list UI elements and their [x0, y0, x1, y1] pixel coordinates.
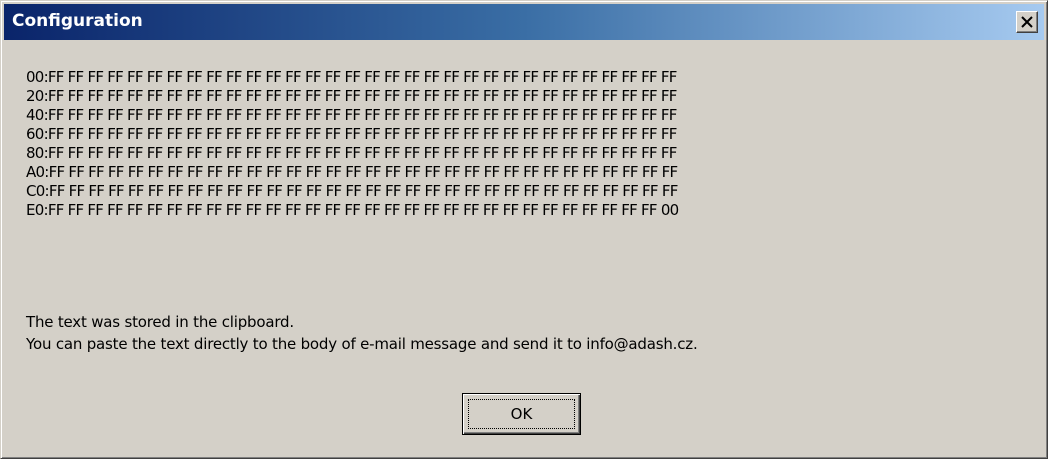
ok-button[interactable]: OK — [462, 393, 581, 435]
hex-row: 40:FF FF FF FF FF FF FF FF FF FF FF FF F… — [26, 106, 677, 124]
message-line-instructions: You can paste the text directly to the b… — [26, 335, 698, 353]
hex-row: 00:FF FF FF FF FF FF FF FF FF FF FF FF F… — [26, 68, 677, 86]
hex-row: 80:FF FF FF FF FF FF FF FF FF FF FF FF F… — [26, 144, 677, 162]
hex-row: C0:FF FF FF FF FF FF FF FF FF FF FF FF F… — [26, 182, 678, 200]
hex-dump: 00:FF FF FF FF FF FF FF FF FF FF FF FF F… — [26, 68, 1036, 220]
title-bar[interactable]: Configuration — [4, 4, 1044, 40]
window-title: Configuration — [12, 11, 143, 31]
close-button[interactable] — [1016, 11, 1038, 33]
configuration-dialog: Configuration 00:FF FF FF FF FF FF FF FF… — [0, 0, 1048, 459]
ok-button-label: OK — [468, 399, 575, 429]
hex-row: E0:FF FF FF FF FF FF FF FF FF FF FF FF F… — [26, 201, 679, 219]
message-line-clipboard: The text was stored in the clipboard. — [26, 313, 294, 331]
close-icon — [1021, 16, 1033, 28]
hex-row: A0:FF FF FF FF FF FF FF FF FF FF FF FF F… — [26, 163, 678, 181]
clipboard-message: The text was stored in the clipboard. Yo… — [26, 311, 1026, 355]
hex-row: 20:FF FF FF FF FF FF FF FF FF FF FF FF F… — [26, 87, 677, 105]
hex-row: 60:FF FF FF FF FF FF FF FF FF FF FF FF F… — [26, 125, 677, 143]
